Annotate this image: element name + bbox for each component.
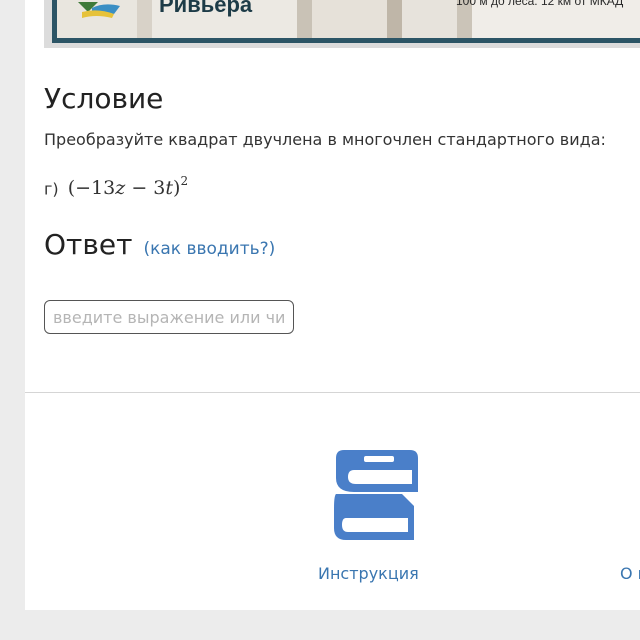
problem-item: г) (−13z − 3t)2 <box>44 174 189 200</box>
banner-info: 100 м до леса. 12 км от МКАД <box>456 0 624 8</box>
problem-label: г) <box>44 179 59 199</box>
condition-title: Условие <box>44 82 164 115</box>
banner-title: Ривьера <box>159 0 253 17</box>
ad-banner[interactable]: Ривьера 100 м до леса. 12 км от МКАД <box>44 0 640 48</box>
content-card: Ривьера 100 м до леса. 12 км от МКАД Усл… <box>25 0 640 610</box>
answer-title: Ответ <box>44 228 133 261</box>
divider <box>25 392 640 393</box>
how-to-input-link[interactable]: (как вводить?) <box>143 239 275 259</box>
banner-logo-icon <box>78 2 120 18</box>
answer-header: Ответ (как вводить?) <box>44 228 275 261</box>
problem-expression: (−13z − 3t)2 <box>67 174 189 200</box>
condition-text: Преобразуйте квадрат двучлена в многочле… <box>44 130 606 149</box>
about-link[interactable]: О проекте <box>620 564 640 583</box>
instruction-link[interactable]: Инструкция <box>318 564 419 583</box>
answer-input[interactable] <box>44 300 294 334</box>
books-icon[interactable] <box>318 448 422 548</box>
